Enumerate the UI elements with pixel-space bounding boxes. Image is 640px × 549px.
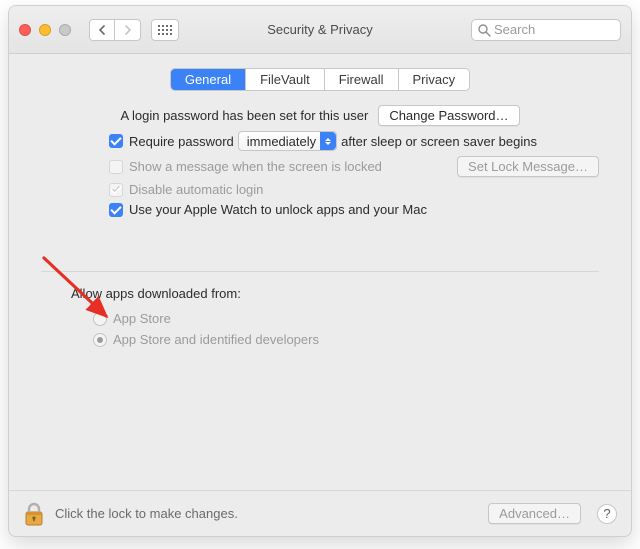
footer: Click the lock to make changes. Advanced… xyxy=(9,490,631,536)
zoom-window-button xyxy=(59,24,71,36)
login-password-row: A login password has been set for this u… xyxy=(41,105,599,126)
divider xyxy=(41,271,599,272)
search-wrap xyxy=(471,19,621,41)
search-input[interactable] xyxy=(471,19,621,41)
disable-auto-login-checkbox xyxy=(109,183,123,197)
tab-privacy[interactable]: Privacy xyxy=(399,69,470,90)
grid-icon xyxy=(158,25,172,35)
show-message-label: Show a message when the screen is locked xyxy=(129,159,382,174)
show-message-row: Show a message when the screen is locked… xyxy=(109,156,599,177)
close-window-button[interactable] xyxy=(19,24,31,36)
nav-buttons xyxy=(89,19,141,41)
apple-watch-checkbox[interactable] xyxy=(109,203,123,217)
tab-firewall[interactable]: Firewall xyxy=(325,69,399,90)
help-button[interactable]: ? xyxy=(597,504,617,524)
radio-app-store-label: App Store xyxy=(113,311,171,326)
chevron-right-icon xyxy=(124,25,132,35)
tab-filevault[interactable]: FileVault xyxy=(246,69,325,90)
lock-icon[interactable] xyxy=(23,501,45,527)
stepper-icon xyxy=(320,132,336,150)
tab-general[interactable]: General xyxy=(171,69,246,90)
lock-hint-text: Click the lock to make changes. xyxy=(55,506,238,521)
require-password-delay-value: immediately xyxy=(247,134,316,149)
radio-identified-developers xyxy=(93,333,107,347)
chevron-left-icon xyxy=(98,25,106,35)
forward-button xyxy=(115,19,141,41)
check-icon xyxy=(111,185,121,195)
advanced-button: Advanced… xyxy=(488,503,581,524)
set-lock-message-button: Set Lock Message… xyxy=(457,156,599,177)
apple-watch-label: Use your Apple Watch to unlock apps and … xyxy=(129,202,427,217)
radio-identified-row: App Store and identified developers xyxy=(93,332,599,347)
tabs: General FileVault Firewall Privacy xyxy=(170,68,470,91)
search-icon xyxy=(477,23,491,37)
disable-auto-login-label: Disable automatic login xyxy=(129,182,263,197)
disable-auto-login-row: Disable automatic login xyxy=(109,182,599,197)
login-password-set-label: A login password has been set for this u… xyxy=(120,108,368,123)
show-message-checkbox xyxy=(109,160,123,174)
toolbar: Security & Privacy xyxy=(9,6,631,54)
require-password-row: Require password immediately after sleep… xyxy=(109,131,599,151)
security-privacy-window: Security & Privacy General FileVault Fir… xyxy=(8,5,632,537)
require-password-label: Require password xyxy=(129,134,234,149)
minimize-window-button[interactable] xyxy=(39,24,51,36)
allow-downloads-title: Allow apps downloaded from: xyxy=(71,286,599,301)
radio-identified-developers-label: App Store and identified developers xyxy=(113,332,319,347)
content: A login password has been set for this u… xyxy=(9,101,631,490)
radio-app-store-row: App Store xyxy=(93,311,599,326)
tabs-row: General FileVault Firewall Privacy xyxy=(9,54,631,101)
show-all-button[interactable] xyxy=(151,19,179,41)
require-password-checkbox[interactable] xyxy=(109,134,123,148)
require-password-delay-select[interactable]: immediately xyxy=(238,131,337,151)
radio-app-store xyxy=(93,312,107,326)
change-password-button[interactable]: Change Password… xyxy=(378,105,519,126)
require-password-tail-label: after sleep or screen saver begins xyxy=(341,134,537,149)
window-controls xyxy=(19,24,71,36)
apple-watch-row: Use your Apple Watch to unlock apps and … xyxy=(109,202,599,217)
back-button[interactable] xyxy=(89,19,115,41)
